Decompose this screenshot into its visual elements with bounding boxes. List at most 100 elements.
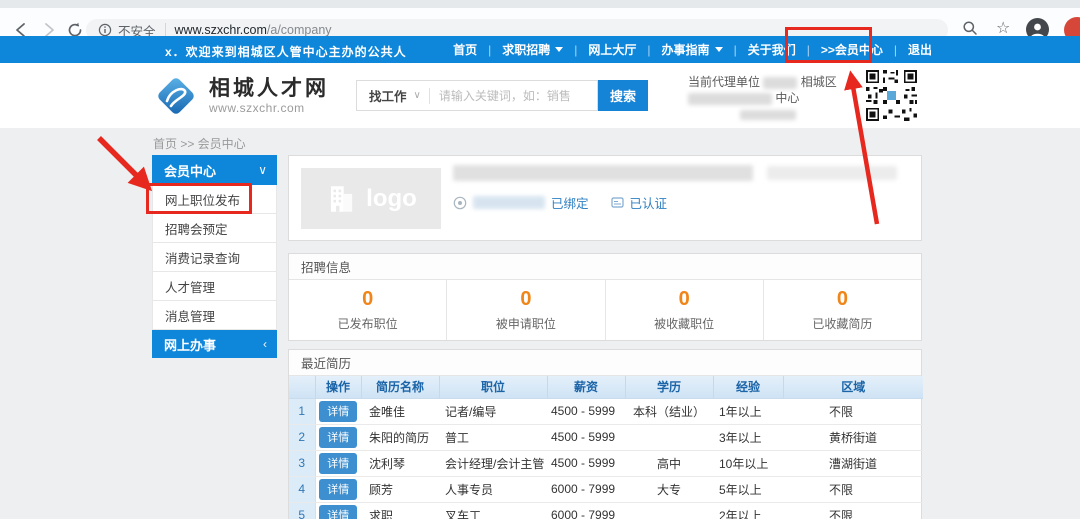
- redacted-text: [767, 166, 897, 180]
- detail-button[interactable]: 详情: [319, 505, 357, 519]
- bookmark-star-icon[interactable]: ☆: [996, 18, 1010, 38]
- detail-button[interactable]: 详情: [319, 427, 357, 448]
- site-logo-icon: [152, 72, 200, 120]
- breadcrumb[interactable]: 首页 >> 会员中心: [153, 135, 246, 152]
- browser-tab-strip: [0, 0, 1080, 8]
- bind-account-icon: [453, 196, 467, 210]
- header-resume-name: 简历名称: [361, 376, 439, 398]
- site-logo[interactable]: 相城人才网 www.szxchr.com: [152, 72, 329, 120]
- info-icon[interactable]: [98, 23, 112, 37]
- nav-item-member-center[interactable]: >>会员中心: [796, 41, 883, 58]
- agency-prefix: 当前代理单位: [688, 75, 760, 89]
- nav-item-about[interactable]: 关于我们: [723, 41, 796, 58]
- resume-position: 叉车工: [439, 502, 547, 519]
- annotation-arrow-left: [99, 138, 148, 187]
- stats-card-title: 招聘信息: [289, 254, 921, 280]
- resume-salary: 4500 - 5999: [547, 424, 625, 450]
- resume-position: 人事专员: [439, 476, 547, 502]
- table-row: 3 详情 沈利琴 会计经理/会计主管 4500 - 5999 高中 10年以上 …: [289, 450, 923, 476]
- agency-suffix: 中心: [775, 91, 799, 105]
- search-box: 找工作 ∨: [356, 80, 598, 111]
- chevron-down-icon: ∨: [258, 163, 267, 177]
- search-category-select[interactable]: 找工作: [357, 86, 414, 105]
- resume-salary: 4500 - 5999: [547, 398, 625, 424]
- resume-area: 不限: [783, 398, 923, 424]
- header-action: 操作: [315, 376, 361, 398]
- sidebar: 会员中心 ∨ 网上职位发布 招聘会预定 消费记录查询 人才管理 消息管理 网上办…: [152, 155, 277, 358]
- agency-region: 相城区: [801, 75, 837, 89]
- resume-area: 黄桥街道: [783, 424, 923, 450]
- resume-position: 记者/编导: [439, 398, 547, 424]
- recent-resumes-card: 最近简历 操作 简历名称 职位 薪资 学历 经验 区域: [288, 349, 922, 519]
- dropdown-caret-icon: [715, 47, 723, 52]
- url-path: /a/company: [267, 23, 332, 37]
- row-index: 5: [289, 502, 315, 519]
- header-experience: 经验: [713, 376, 783, 398]
- verified-status-badge: 已认证: [630, 193, 668, 212]
- stat-applied-jobs: 0 被申请职位: [447, 280, 605, 340]
- sidebar-item-talent-management[interactable]: 人才管理: [152, 272, 277, 301]
- search-button[interactable]: 搜索: [598, 80, 648, 111]
- redacted-company-name: [453, 165, 753, 181]
- site-header: 相城人才网 www.szxchr.com 找工作 ∨ 搜索 当前代理单位 相城区…: [0, 63, 1080, 128]
- detail-button[interactable]: 详情: [319, 453, 357, 474]
- sidebar-item-consumption-records[interactable]: 消费记录查询: [152, 243, 277, 272]
- resume-name: 求职: [361, 502, 439, 519]
- omnibox-divider: [165, 23, 166, 37]
- nav-item-online-hall[interactable]: 网上大厅: [563, 41, 636, 58]
- resumes-card-title: 最近简历: [289, 350, 921, 376]
- resume-salary: 6000 - 7999: [547, 476, 625, 502]
- detail-button[interactable]: 详情: [319, 479, 357, 500]
- resume-area: 不限: [783, 502, 923, 519]
- dropdown-caret-icon: [555, 47, 563, 52]
- search-icon[interactable]: [962, 20, 978, 36]
- resume-education: 本科（结业）: [625, 398, 713, 424]
- resume-experience: 2年以上: [713, 502, 783, 519]
- resume-education: 大专: [625, 476, 713, 502]
- resume-position: 会计经理/会计主管: [439, 450, 547, 476]
- company-logo-placeholder: logo: [301, 168, 441, 229]
- search-input[interactable]: [439, 89, 597, 103]
- sidebar-item-message-management[interactable]: 消息管理: [152, 301, 277, 330]
- sidebar-section-online-services[interactable]: 网上办事 ‹: [152, 330, 277, 358]
- table-row: 2 详情 朱阳的简历 普工 4500 - 5999 3年以上 黄桥街道: [289, 424, 923, 450]
- resume-experience: 3年以上: [713, 424, 783, 450]
- resumes-table: 操作 简历名称 职位 薪资 学历 经验 区域 1 详情 金唯佳 记者/编导 45…: [289, 376, 923, 519]
- resume-education: [625, 424, 713, 450]
- table-header-row: 操作 简历名称 职位 薪资 学历 经验 区域: [289, 376, 923, 398]
- header-salary: 薪资: [547, 376, 625, 398]
- resume-experience: 1年以上: [713, 398, 783, 424]
- header-position: 职位: [439, 376, 547, 398]
- detail-button[interactable]: 详情: [319, 401, 357, 422]
- top-nav-bar: x．欢迎来到相城区人管中心主办的公共人 首页 求职招聘 网上大厅 办事指南 关于…: [0, 36, 1080, 63]
- nav-item-logout[interactable]: 退出: [883, 41, 932, 58]
- resume-education: [625, 502, 713, 519]
- building-icon: [325, 182, 359, 216]
- resume-experience: 5年以上: [713, 476, 783, 502]
- row-index: 1: [289, 398, 315, 424]
- resume-name: 金唯佳: [361, 398, 439, 424]
- nav-item-home[interactable]: 首页: [453, 41, 477, 58]
- redacted-text: [688, 93, 772, 105]
- company-info-card: logo 已绑定 已认证: [288, 155, 922, 241]
- resume-name: 沈利琴: [361, 450, 439, 476]
- resume-area: 不限: [783, 476, 923, 502]
- resume-education: 高中: [625, 450, 713, 476]
- qr-code: [864, 68, 919, 123]
- sidebar-item-job-posting[interactable]: 网上职位发布: [152, 185, 277, 214]
- nav-item-jobs[interactable]: 求职招聘: [477, 41, 563, 58]
- row-index: 3: [289, 450, 315, 476]
- company-status-row: 已绑定 已认证: [453, 193, 667, 212]
- sidebar-item-job-fair[interactable]: 招聘会预定: [152, 214, 277, 243]
- row-index: 2: [289, 424, 315, 450]
- sidebar-section-member-center[interactable]: 会员中心 ∨: [152, 155, 277, 185]
- chevron-down-icon: ∨: [414, 90, 421, 101]
- site-domain: www.szxchr.com: [209, 101, 329, 115]
- redacted-account: [473, 196, 545, 209]
- bound-status-badge: 已绑定: [551, 193, 589, 212]
- redacted-text: [763, 77, 797, 89]
- top-nav-menu: 首页 求职招聘 网上大厅 办事指南 关于我们 >>会员中心 退出: [453, 36, 932, 63]
- redacted-text: [740, 110, 796, 120]
- nav-item-guide[interactable]: 办事指南: [636, 41, 722, 58]
- url-host: www.szxchr.com: [175, 23, 267, 37]
